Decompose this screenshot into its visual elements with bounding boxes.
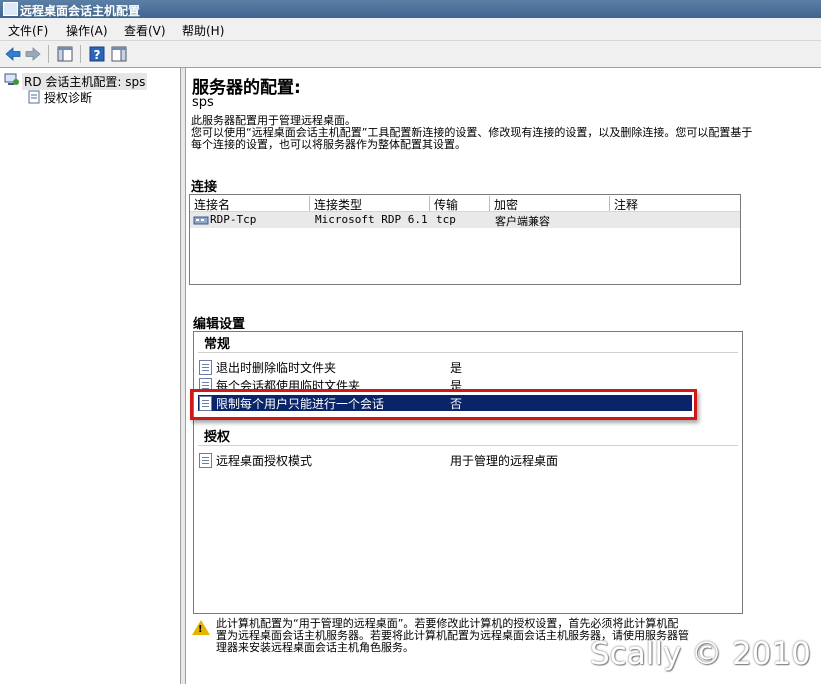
warning-icon-mark: ! <box>198 624 203 635</box>
setting-value: 是 <box>450 379 463 389</box>
setting-row-delete-temp-on-exit[interactable]: 退出时删除临时文件夹 是 <box>198 359 692 375</box>
help-icon[interactable]: ? <box>88 45 106 63</box>
window-title: 远程桌面会话主机配置 <box>20 4 141 18</box>
column-header-name[interactable]: 连接名 <box>190 196 310 212</box>
setting-row-licensing-mode[interactable]: 远程桌面授权模式 用于管理的远程桌面 <box>198 452 692 468</box>
column-header-comment[interactable]: 注释 <box>610 196 740 212</box>
setting-document-icon <box>199 378 212 389</box>
server-name: sps <box>192 95 214 110</box>
cell-connection-type: Microsoft RDP 6.1 <box>315 213 428 226</box>
setting-label: 每个会话都使用临时文件夹 <box>216 379 361 389</box>
network-connection-icon <box>193 216 209 225</box>
toolbar-separator <box>48 45 49 63</box>
licensing-diagnosis-icon <box>28 90 40 104</box>
section-divider <box>198 445 738 446</box>
description-line-3: 每个连接的设置，也可以将服务器作为整体配置其设置。 <box>191 138 466 151</box>
menu-file[interactable]: 文件(F) <box>8 22 48 39</box>
setting-label: 远程桌面授权模式 <box>216 454 313 468</box>
svg-text:?: ? <box>94 48 101 62</box>
setting-value: 用于管理的远程桌面 <box>450 454 559 468</box>
cell-encryption: 客户端兼容 <box>495 215 550 228</box>
menu-help[interactable]: 帮助(H) <box>182 22 224 39</box>
title-bar: 远程桌面会话主机配置 <box>0 0 821 18</box>
setting-document-icon <box>199 453 212 468</box>
section-divider <box>198 352 738 353</box>
highlight-annotation <box>190 389 697 420</box>
table-row[interactable]: RDP-Tcp Microsoft RDP 6.1 tcp 客户端兼容 <box>190 212 740 228</box>
menu-bar: 文件(F) 操作(A) 查看(V) 帮助(H) <box>0 18 821 41</box>
connections-heading: 连接 <box>191 180 218 195</box>
settings-list: 常规 退出时删除临时文件夹 是 每个会话都使用临时文件夹 是 限制每个用户只能进… <box>193 331 743 614</box>
back-arrow-icon[interactable] <box>4 45 22 63</box>
tree-root-node[interactable]: RD 会话主机配置: sps <box>22 73 148 90</box>
column-header-encryption[interactable]: 加密 <box>490 196 610 212</box>
connections-list: 连接名 连接类型 传输 加密 注释 RDP-Tcp Microsoft RDP … <box>189 194 741 285</box>
server-computer-icon <box>4 73 19 85</box>
app-icon <box>3 2 18 16</box>
setting-value: 是 <box>450 361 463 375</box>
console-tree: RD 会话主机配置: sps 授权诊断 <box>0 68 181 684</box>
toolbar-separator <box>80 45 81 63</box>
column-header-transport[interactable]: 传输 <box>430 196 490 212</box>
forward-arrow-icon[interactable] <box>24 45 42 63</box>
edit-settings-heading: 编辑设置 <box>193 317 246 332</box>
setting-label: 退出时删除临时文件夹 <box>216 361 337 375</box>
cell-transport: tcp <box>436 213 456 226</box>
section-header-licensing: 授权 <box>204 430 231 445</box>
setting-row-temp-folder-per-session[interactable]: 每个会话都使用临时文件夹 是 <box>198 377 692 389</box>
cell-connection-name: RDP-Tcp <box>210 213 257 226</box>
section-header-general: 常规 <box>204 337 231 352</box>
menu-action[interactable]: 操作(A) <box>66 22 108 39</box>
watermark: Scally © 2010 <box>590 636 811 672</box>
tree-licensing-diagnosis[interactable]: 授权诊断 <box>44 89 92 106</box>
column-header-type[interactable]: 连接类型 <box>310 196 430 212</box>
menu-view[interactable]: 查看(V) <box>124 22 166 39</box>
setting-document-icon <box>199 360 212 375</box>
toolbar: ? <box>0 41 821 68</box>
connections-header: 连接名 连接类型 传输 加密 注释 <box>190 195 740 212</box>
show-hide-console-tree-icon[interactable] <box>56 45 74 63</box>
show-hide-action-pane-icon[interactable] <box>110 45 128 63</box>
